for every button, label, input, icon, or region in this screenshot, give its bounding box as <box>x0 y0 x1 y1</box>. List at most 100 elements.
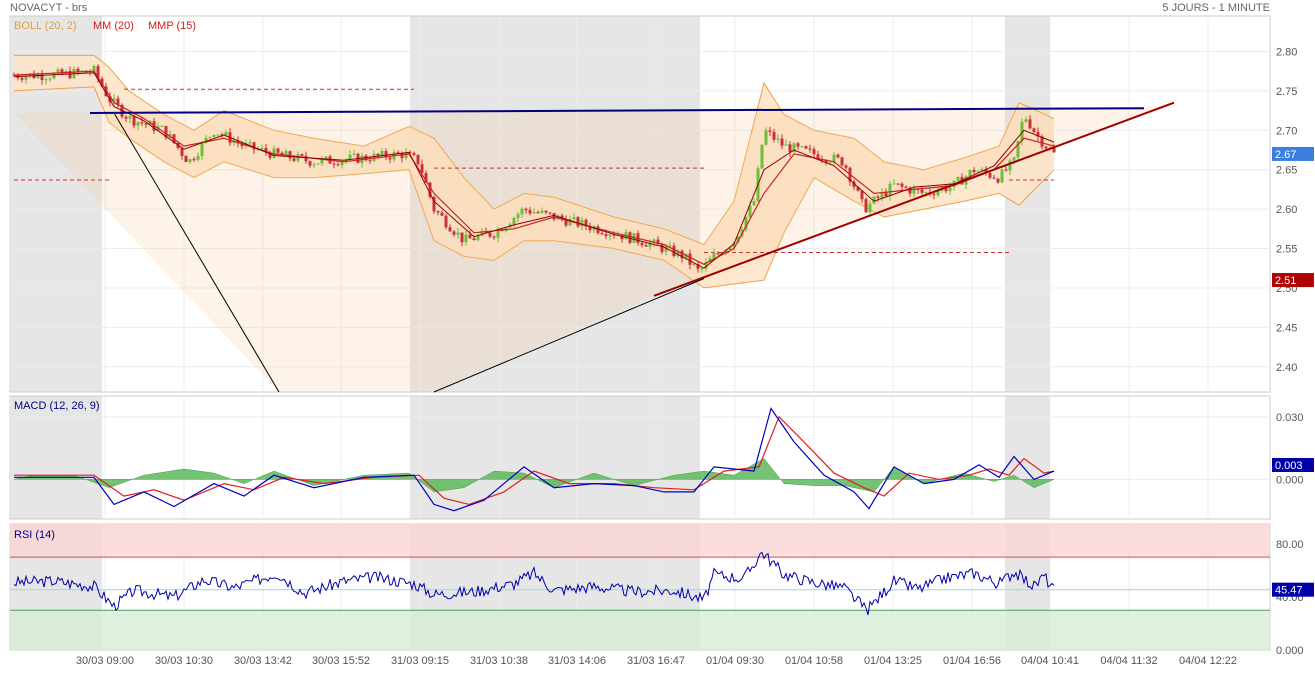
candle-body <box>840 157 844 166</box>
candle-body <box>760 144 764 169</box>
candle-body <box>452 231 456 235</box>
candle-body <box>544 210 548 213</box>
candle-body <box>712 253 716 259</box>
candle-body <box>492 236 496 238</box>
candle-body <box>44 79 48 81</box>
candle-body <box>1012 157 1016 161</box>
candle-body <box>904 186 908 188</box>
candle-body <box>48 78 52 80</box>
candle-body <box>192 159 196 161</box>
candle-body <box>160 125 164 127</box>
y-tick-label: 2.60 <box>1276 204 1297 216</box>
candle-body <box>336 164 340 166</box>
candle-body <box>248 142 252 144</box>
candle-body <box>692 264 696 266</box>
candle-body <box>212 134 216 137</box>
candle-body <box>892 183 896 185</box>
candle-body <box>456 232 460 235</box>
candle-body <box>140 122 144 124</box>
candle-body <box>288 151 292 159</box>
candle-body <box>844 165 848 168</box>
symbol-title: NOVACYT - brs <box>10 2 88 14</box>
candle-body <box>896 183 900 185</box>
candle-body <box>444 215 448 228</box>
candle-body <box>988 173 992 178</box>
chart-svg[interactable]: 2.402.452.502.552.602.652.702.752.80BOLL… <box>0 0 1315 670</box>
candle-body <box>216 134 220 136</box>
x-tick-label: 31/03 16:47 <box>627 655 685 667</box>
macd-title: MACD (12, 26, 9) <box>14 400 100 412</box>
rsi-oversold-zone <box>10 610 1270 650</box>
candle-body <box>1044 146 1048 149</box>
candle-body <box>836 154 840 158</box>
candle-body <box>440 212 444 216</box>
candle-body <box>996 178 1000 183</box>
x-tick-label: 31/03 09:15 <box>391 655 449 667</box>
candle-body <box>780 138 784 146</box>
y-tick-label: 2.45 <box>1276 322 1297 334</box>
candle-body <box>420 164 424 173</box>
candle-body <box>76 68 80 72</box>
candle-body <box>512 217 516 225</box>
candle-body <box>1032 128 1036 132</box>
x-tick-label: 30/03 09:00 <box>76 655 134 667</box>
candle-body <box>368 160 372 162</box>
x-tick-label: 30/03 13:42 <box>234 655 292 667</box>
y-tick-label: 2.75 <box>1276 86 1297 98</box>
candle-body <box>972 170 976 173</box>
candle-body <box>436 211 440 213</box>
candle-body <box>1024 119 1028 123</box>
candle-body <box>920 189 924 193</box>
candle-body <box>660 244 664 252</box>
y-tick-label: 2.80 <box>1276 46 1297 58</box>
y-tick-label: 0.000 <box>1276 474 1304 486</box>
rsi-badge: 45.47 <box>1275 585 1303 597</box>
period-label: 5 JOURS - 1 MINUTE <box>1162 2 1270 14</box>
candle-body <box>528 210 532 214</box>
x-tick-label: 30/03 10:30 <box>155 655 213 667</box>
candle-body <box>128 116 132 119</box>
x-tick-label: 04/04 12:22 <box>1179 655 1237 667</box>
candle-body <box>644 245 648 247</box>
x-tick-label: 01/04 09:30 <box>706 655 764 667</box>
candle-body <box>968 170 972 177</box>
candle-body <box>576 217 580 227</box>
candle-body <box>524 208 528 211</box>
candle-body <box>700 268 704 270</box>
candle-body <box>1008 160 1012 171</box>
candle-body <box>124 116 128 119</box>
candle-body <box>604 234 608 237</box>
candle-body <box>472 238 476 241</box>
candle-body <box>308 161 312 166</box>
candle-body <box>136 122 140 126</box>
session-shade <box>1005 396 1050 519</box>
candle-body <box>948 186 952 192</box>
candle-body <box>672 245 676 257</box>
candle-body <box>448 227 452 232</box>
y-tick-label: 2.65 <box>1276 165 1297 177</box>
candle-body <box>628 232 632 243</box>
candle-body <box>416 154 420 165</box>
y-tick-label: 2.70 <box>1276 125 1297 137</box>
candle-body <box>464 234 468 243</box>
candle-body <box>516 214 520 218</box>
candle-body <box>976 171 980 173</box>
candle-body <box>552 213 556 220</box>
candle-body <box>332 163 336 165</box>
y-tick-label: 0.030 <box>1276 412 1304 424</box>
candle-body <box>572 217 576 219</box>
candle-body <box>208 136 212 138</box>
x-tick-label: 01/04 16:56 <box>943 655 1001 667</box>
candle-body <box>132 116 136 126</box>
candle-body <box>540 210 544 213</box>
candle-body <box>488 232 492 237</box>
candle-body <box>808 148 812 150</box>
candle-body <box>548 212 552 214</box>
indicator-legend: MM (20) <box>93 20 134 32</box>
candle-body <box>1004 169 1008 171</box>
candle-body <box>316 163 320 165</box>
candle-body <box>888 183 892 197</box>
candle-body <box>20 77 24 80</box>
candle-body <box>292 158 296 161</box>
candle-body <box>180 148 184 156</box>
